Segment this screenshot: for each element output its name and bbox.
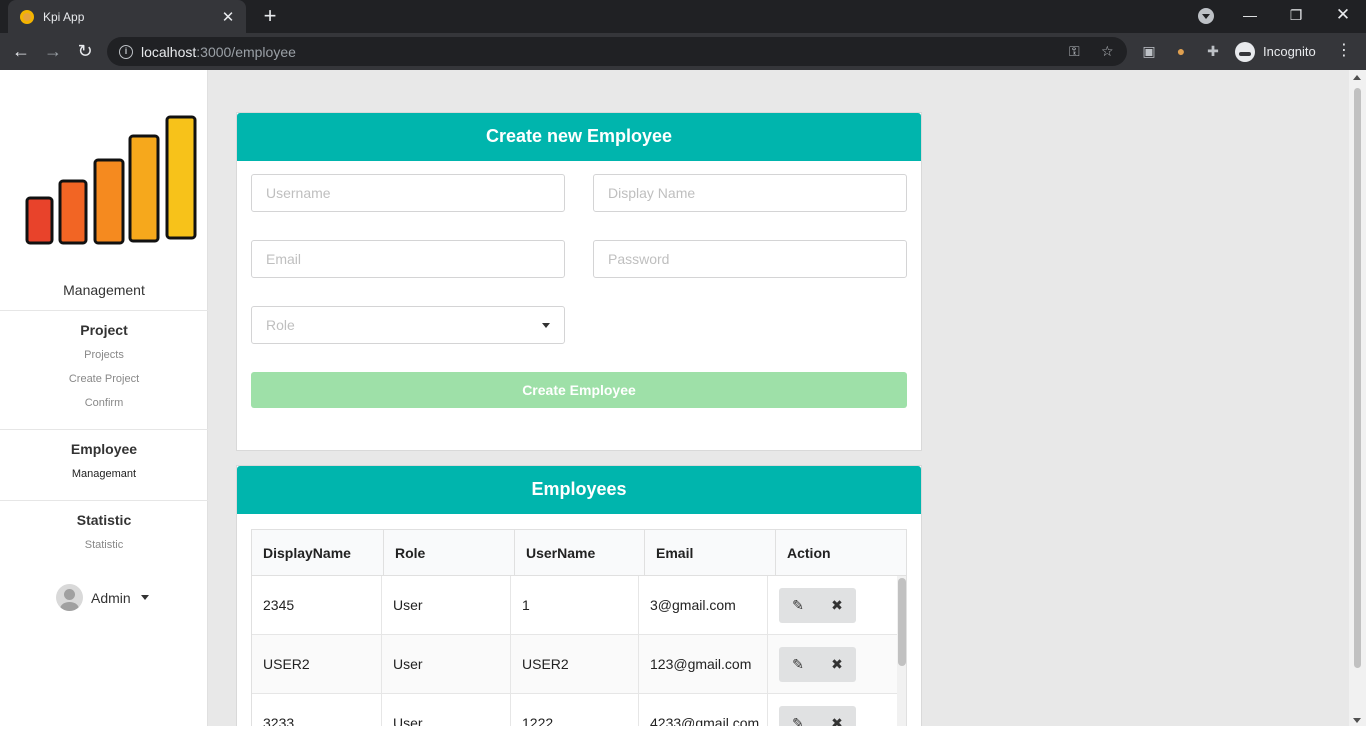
cell-displayname: 3233 <box>252 694 382 728</box>
app-logo <box>25 115 197 245</box>
url-path: :3000/employee <box>196 43 296 60</box>
browser-tabstrip: Kpi App ✕ + — ❐ ✕ <box>0 0 1366 33</box>
edit-icon[interactable]: ✎ <box>779 647 817 682</box>
user-menu[interactable]: Admin <box>56 584 149 611</box>
cell-email: 123@gmail.com <box>639 635 768 694</box>
url-host: localhost <box>141 43 197 60</box>
reload-icon[interactable]: ↻ <box>71 37 99 65</box>
employees-table: DisplayName Role UserName Email Action 2… <box>251 529 907 729</box>
sidebar-heading-project: Project <box>80 322 128 338</box>
sidebar-item-employee-management[interactable]: Managemant <box>0 468 208 480</box>
back-icon[interactable]: ← <box>7 37 35 65</box>
sidebar: Management Project Projects Create Proje… <box>0 70 208 740</box>
chevron-down-icon <box>542 323 550 328</box>
row-actions: ✎ ✖ <box>779 588 856 623</box>
cell-username: 1222 <box>511 694 639 728</box>
create-employee-title: Create new Employee <box>237 113 921 161</box>
sidebar-heading-employee: Employee <box>70 441 138 457</box>
tab-title: Kpi App <box>43 9 85 24</box>
browser-toolbar: ← → ↻ i localhost:3000/employee ⚿ ☆ ▣ ● … <box>0 33 1366 70</box>
employees-card: Employees DisplayName Role UserName Emai… <box>236 465 922 740</box>
column-header-role: Role <box>384 530 515 576</box>
sidebar-management-title: Management <box>63 282 145 298</box>
sidebar-item-create-project[interactable]: Create Project <box>0 373 208 385</box>
page-scrollbar-thumb[interactable] <box>1354 88 1361 668</box>
sidebar-item-projects[interactable]: Projects <box>0 349 208 361</box>
info-icon[interactable]: i <box>119 44 133 59</box>
bottom-edge <box>0 726 1366 740</box>
page-scrollbar[interactable] <box>1349 70 1366 726</box>
incognito-label: Incognito <box>1263 44 1316 59</box>
table-row: 3233 User 1222 4233@gmail.com ✎ ✖ <box>252 694 897 728</box>
close-window-icon[interactable]: ✕ <box>1320 0 1366 30</box>
favicon-icon <box>20 9 34 24</box>
column-header-username: UserName <box>515 530 645 576</box>
sidebar-item-statistic[interactable]: Statistic <box>0 539 208 551</box>
edit-icon[interactable]: ✎ <box>779 588 817 623</box>
table-scrollbar[interactable] <box>897 576 906 728</box>
cell-email: 3@gmail.com <box>639 576 768 635</box>
username-input[interactable] <box>251 174 565 212</box>
scroll-down-icon[interactable] <box>1353 718 1361 723</box>
logo-bar-2 <box>58 179 88 245</box>
delete-icon[interactable]: ✖ <box>818 647 856 682</box>
logo-bar-4 <box>128 134 160 243</box>
user-name: Admin <box>91 589 131 606</box>
star-icon[interactable]: ☆ <box>1101 43 1114 60</box>
display-name-input[interactable] <box>593 174 907 212</box>
avatar <box>56 584 83 611</box>
table-header: DisplayName Role UserName Email Action <box>252 530 906 576</box>
tab-close-icon[interactable]: ✕ <box>220 8 236 26</box>
table-scrollbar-thumb[interactable] <box>898 578 906 666</box>
key-icon[interactable]: ⚿ <box>1069 43 1080 60</box>
logo-bar-3 <box>93 158 125 245</box>
role-select-placeholder: Role <box>266 317 295 333</box>
sidebar-item-confirm[interactable]: Confirm <box>0 397 208 409</box>
cell-username: USER2 <box>511 635 639 694</box>
email-input[interactable] <box>251 240 565 278</box>
forward-icon[interactable]: → <box>39 37 67 65</box>
cell-email: 4233@gmail.com <box>639 694 768 728</box>
create-employee-button[interactable]: Create Employee <box>251 372 907 408</box>
divider <box>0 429 208 430</box>
logo-bar-1 <box>25 196 54 245</box>
menu-icon[interactable]: ⋮ <box>1336 41 1352 61</box>
table-row: 2345 User 1 3@gmail.com ✎ ✖ <box>252 576 897 635</box>
column-header-email: Email <box>645 530 776 576</box>
logo-bar-5 <box>165 115 197 240</box>
cell-displayname: USER2 <box>252 635 382 694</box>
extension-icon[interactable]: ▣ <box>1140 42 1158 60</box>
chevron-down-icon <box>140 595 149 600</box>
cookie-icon[interactable]: ● <box>1172 42 1190 60</box>
address-bar[interactable]: i localhost:3000/employee ⚿ ☆ <box>107 37 1127 66</box>
column-header-action: Action <box>787 545 831 561</box>
cell-role: User <box>382 694 511 728</box>
sidebar-heading-statistic: Statistic <box>76 512 132 528</box>
row-actions: ✎ ✖ <box>779 647 856 682</box>
tab-search-icon[interactable] <box>1198 8 1214 24</box>
column-header-displayname: DisplayName <box>252 530 384 576</box>
divider <box>0 310 208 311</box>
delete-icon[interactable]: ✖ <box>818 588 856 623</box>
employees-title: Employees <box>237 466 921 514</box>
cell-username: 1 <box>511 576 639 635</box>
role-select[interactable]: Role <box>251 306 565 344</box>
incognito-badge[interactable]: Incognito <box>1231 38 1326 65</box>
puzzle-icon[interactable]: ✚ <box>1204 42 1222 60</box>
new-tab-button[interactable]: + <box>258 3 282 29</box>
restore-icon[interactable]: ❐ <box>1273 0 1319 30</box>
divider <box>0 500 208 501</box>
cell-role: User <box>382 635 511 694</box>
cell-role: User <box>382 576 511 635</box>
table-row: USER2 User USER2 123@gmail.com ✎ ✖ <box>252 635 897 694</box>
minimize-icon[interactable]: — <box>1227 0 1273 30</box>
scroll-up-icon[interactable] <box>1353 75 1361 80</box>
password-input[interactable] <box>593 240 907 278</box>
cell-displayname: 2345 <box>252 576 382 635</box>
browser-tab[interactable]: Kpi App ✕ <box>8 0 246 33</box>
create-employee-card: Create new Employee Role Create Employee <box>236 112 922 451</box>
incognito-icon <box>1235 41 1255 62</box>
